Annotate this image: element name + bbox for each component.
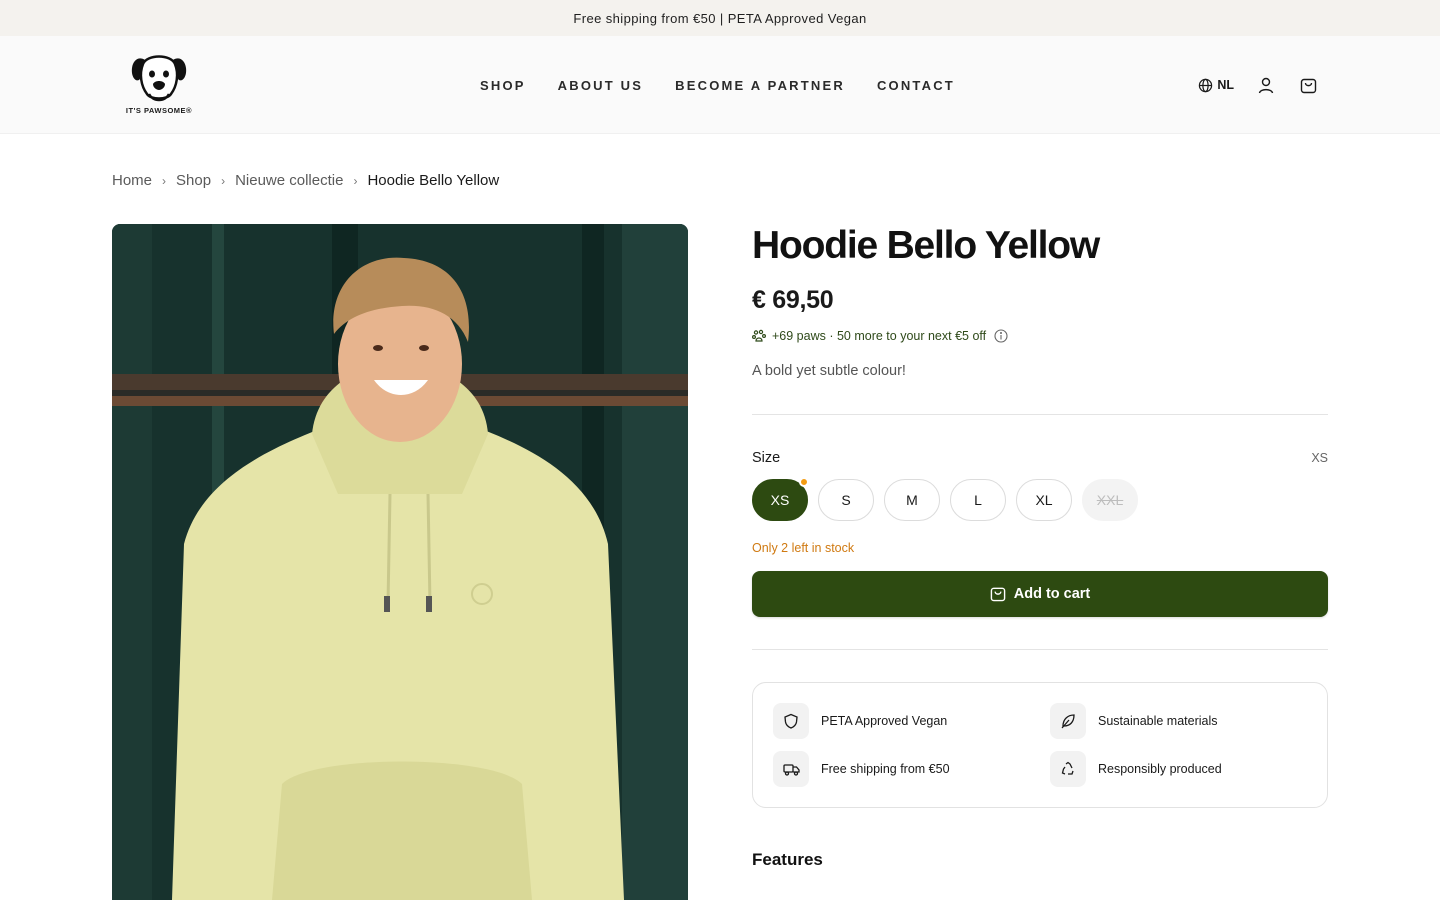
language-label: NL [1217, 78, 1234, 92]
benefit-free-shipping: Free shipping from €50 [773, 751, 950, 787]
globe-icon [1199, 78, 1213, 92]
nav-item-contact[interactable]: CONTACT [877, 78, 955, 93]
add-to-cart-button[interactable]: Add to cart [752, 571, 1328, 617]
product-info: Hoodie Bello Yellow € 69,50 +69 paws · 5… [752, 224, 1328, 870]
product-title: Hoodie Bello Yellow [752, 224, 1100, 267]
main-nav: SHOP ABOUT US BECOME A PARTNER CONTACT [480, 36, 955, 134]
leaf-icon [1050, 703, 1086, 739]
size-option-label: M [906, 492, 918, 508]
size-option-s[interactable]: S [818, 479, 874, 521]
size-option-label: S [841, 492, 851, 508]
nav-item-become-a-partner[interactable]: BECOME A PARTNER [675, 78, 845, 93]
low-stock-indicator [799, 477, 809, 487]
product-photo [112, 224, 688, 900]
brand-logo[interactable]: IT'S PAWSOME® [120, 50, 198, 120]
account-button[interactable] [1256, 75, 1276, 95]
size-option-m[interactable]: M [884, 479, 940, 521]
breadcrumb-home[interactable]: Home [112, 172, 152, 189]
chevron-right-icon: › [221, 173, 226, 188]
cart-button[interactable] [1298, 75, 1318, 95]
stock-warning: Only 2 left in stock [752, 541, 855, 555]
divider [752, 649, 1328, 650]
size-option-label: L [974, 492, 982, 508]
divider [752, 414, 1328, 415]
benefit-sustainable: Sustainable materials [1050, 703, 1218, 739]
size-label: Size [752, 450, 781, 466]
truck-icon [773, 751, 809, 787]
size-option-xxl: XXL [1082, 479, 1138, 521]
shopping-bag-icon [990, 587, 1006, 602]
size-option-label: XXL [1096, 492, 1124, 508]
site-header: IT'S PAWSOME® SHOP ABOUT US BECOME A PAR… [0, 36, 1440, 134]
breadcrumb-collection[interactable]: Nieuwe collectie [235, 172, 343, 189]
benefits-box: PETA Approved Vegan Sustainable material… [752, 682, 1328, 808]
benefit-label: Free shipping from €50 [821, 762, 950, 776]
product-price: € 69,50 [752, 286, 834, 314]
add-to-cart-label: Add to cart [1013, 586, 1091, 602]
announcement-text: Free shipping from €50 | PETA Approved V… [573, 10, 867, 26]
benefit-responsible: Responsibly produced [1050, 751, 1222, 787]
paws-text: +69 paws · 50 more to your next €5 off [772, 329, 987, 343]
features-heading: Features [752, 850, 823, 869]
user-icon [1258, 77, 1274, 93]
breadcrumb: Home › Shop › Nieuwe collectie › Hoodie … [112, 172, 499, 189]
shield-icon [773, 703, 809, 739]
benefit-label: Sustainable materials [1098, 714, 1218, 728]
size-option-xl[interactable]: XL [1016, 479, 1072, 521]
size-options: XS S M L XL XXL [752, 477, 1328, 521]
cart-icon [1300, 78, 1316, 93]
dog-logo-icon [131, 55, 187, 102]
product-description: A bold yet subtle colour! [752, 363, 906, 379]
size-option-label: XL [1035, 492, 1053, 508]
benefit-peta-vegan: PETA Approved Vegan [773, 703, 947, 739]
selected-size-value: XS [1311, 451, 1328, 465]
breadcrumb-shop[interactable]: Shop [176, 172, 211, 189]
recycle-icon [1050, 751, 1086, 787]
chevron-right-icon: › [162, 173, 167, 188]
benefit-label: PETA Approved Vegan [821, 714, 948, 728]
brand-wordmark: IT'S PAWSOME® [125, 106, 193, 115]
size-header: Size XS [752, 450, 1328, 466]
size-option-l[interactable]: L [950, 479, 1006, 521]
chevron-right-icon: › [353, 173, 358, 188]
loyalty-paws: +69 paws · 50 more to your next €5 off [752, 329, 1328, 343]
benefit-label: Responsibly produced [1098, 762, 1222, 776]
breadcrumb-current: Hoodie Bello Yellow [367, 172, 500, 189]
announcement-bar: Free shipping from €50 | PETA Approved V… [0, 0, 1440, 36]
size-option-xs[interactable]: XS [752, 477, 809, 521]
header-actions: NL [1198, 36, 1318, 134]
nav-item-about-us[interactable]: ABOUT US [558, 78, 644, 93]
nav-item-shop[interactable]: SHOP [480, 78, 526, 93]
info-icon[interactable] [994, 329, 1008, 343]
product-image[interactable] [112, 224, 688, 900]
language-switcher[interactable]: NL [1198, 78, 1234, 93]
size-option-label: XS [770, 492, 790, 508]
paw-icon [752, 329, 766, 342]
